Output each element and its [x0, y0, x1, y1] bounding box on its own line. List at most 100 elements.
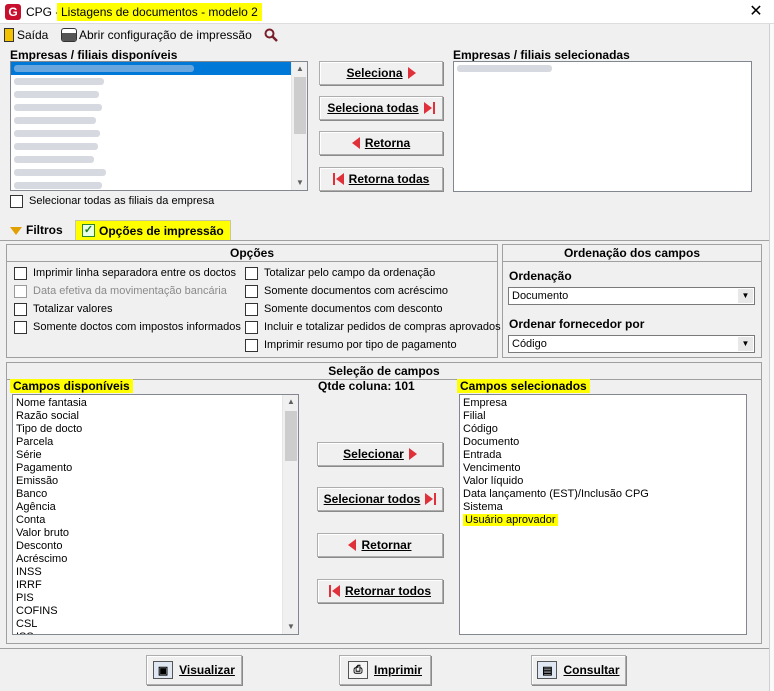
selected-field-item[interactable]: Código — [460, 423, 746, 436]
option-label: Imprimir linha separadora entre os docto… — [33, 267, 236, 279]
available-field-item[interactable]: Tipo de docto — [13, 423, 298, 436]
selected-field-item[interactable]: Usuário aprovador — [460, 514, 746, 527]
select-all-companies-button[interactable]: Seleciona todas — [319, 96, 443, 120]
checkbox[interactable] — [245, 266, 258, 280]
select-field-button[interactable]: Selecionar — [317, 442, 443, 466]
return-company-button[interactable]: Retorna — [319, 131, 443, 155]
list-item[interactable] — [11, 179, 307, 190]
chevron-down-icon[interactable]: ▼ — [738, 337, 753, 351]
option-only-with-taxes[interactable]: Somente doctos com impostos informados — [14, 318, 241, 336]
option-separator-line[interactable]: Imprimir linha separadora entre os docto… — [14, 264, 241, 282]
available-field-item[interactable]: Nome fantasia — [13, 397, 298, 410]
chevron-down-icon[interactable]: ▼ — [738, 289, 753, 303]
checkbox[interactable] — [245, 284, 258, 298]
available-field-item[interactable]: PIS — [13, 592, 298, 605]
list-item[interactable] — [11, 101, 307, 114]
available-field-item[interactable]: ISS — [13, 631, 298, 634]
selected-fields-rows: Empresa Filial Código Documento Entrada Venci… — [460, 397, 746, 527]
list-item[interactable] — [11, 153, 307, 166]
available-field-item[interactable]: CSL — [13, 618, 298, 631]
scroll-down-icon[interactable]: ▼ — [283, 620, 298, 634]
available-fields-scrollbar[interactable]: ▲ ▼ — [282, 395, 298, 634]
available-field-item[interactable]: Conta — [13, 514, 298, 527]
list-item[interactable] — [454, 62, 751, 75]
scroll-down-icon[interactable]: ▼ — [292, 176, 307, 190]
supplier-order-select[interactable]: Código ▼ — [508, 335, 755, 353]
selected-companies-list[interactable] — [453, 61, 752, 192]
close-button[interactable]: ✕ — [745, 2, 767, 22]
option-payment-type-summary[interactable]: Imprimir resumo por tipo de pagamento — [245, 336, 501, 354]
selected-field-item[interactable]: Documento — [460, 436, 746, 449]
list-item[interactable] — [11, 114, 307, 127]
list-item[interactable] — [11, 127, 307, 140]
order-label: Ordenação — [509, 269, 572, 283]
available-companies-scrollbar[interactable]: ▲ ▼ — [291, 62, 307, 190]
selected-field-item[interactable]: Valor líquido — [460, 475, 746, 488]
print-config-menu-item[interactable]: Abrir configuração de impressão — [61, 26, 252, 44]
option-total-by-order[interactable]: Totalizar pelo campo da ordenação — [245, 264, 501, 282]
return-all-fields-button[interactable]: Retornar todos — [317, 579, 443, 603]
tab-print-options[interactable]: ✓ Opções de impressão — [75, 220, 231, 240]
selected-field-item[interactable]: Sistema — [460, 501, 746, 514]
option-label: Somente documentos com desconto — [264, 303, 443, 315]
search-menu-item[interactable] — [264, 26, 278, 44]
fields-header: Seleção de campos — [7, 363, 761, 380]
available-field-item[interactable]: IRRF — [13, 579, 298, 592]
available-field-item[interactable]: INSS — [13, 566, 298, 579]
list-item[interactable] — [11, 166, 307, 179]
available-field-item[interactable]: Emissão — [13, 475, 298, 488]
list-item[interactable] — [11, 140, 307, 153]
tab-filters[interactable]: Filtros — [10, 220, 63, 240]
exit-door-icon — [4, 28, 14, 42]
selected-field-item[interactable]: Data lançamento (EST)/Inclusão CPG — [460, 488, 746, 501]
query-button[interactable]: ▤ Consultar — [531, 655, 626, 685]
scroll-thumb[interactable] — [285, 411, 297, 461]
checkbox[interactable] — [14, 266, 27, 280]
checkbox[interactable] — [14, 302, 27, 316]
selected-fields-list[interactable]: Empresa Filial Código Documento Entrada Venci… — [459, 394, 747, 635]
checkbox[interactable] — [245, 338, 258, 352]
available-field-item[interactable]: Agência — [13, 501, 298, 514]
option-only-with-surcharge[interactable]: Somente documentos com acréscimo — [245, 282, 501, 300]
checkbox[interactable] — [14, 320, 27, 334]
selected-field-item[interactable]: Entrada — [460, 449, 746, 462]
available-companies-list[interactable]: ▲ ▼ — [10, 61, 308, 191]
available-field-item[interactable]: Valor bruto — [13, 527, 298, 540]
checkbox[interactable] — [245, 302, 258, 316]
scroll-up-icon[interactable]: ▲ — [283, 395, 298, 409]
view-button[interactable]: ▣ Visualizar — [146, 655, 242, 685]
select-company-button[interactable]: Seleciona — [319, 61, 443, 85]
select-company-label: Seleciona — [346, 66, 403, 80]
scroll-up-icon[interactable]: ▲ — [292, 62, 307, 76]
exit-menu-item[interactable]: Saída — [4, 26, 48, 44]
select-all-fields-button[interactable]: Selecionar todos — [317, 487, 443, 511]
select-all-branches[interactable]: Selecionar todas as filiais da empresa — [10, 192, 214, 210]
option-label: Data efetiva da movimentação bancária — [33, 285, 227, 297]
view-label: Visualizar — [179, 663, 235, 677]
available-field-item[interactable]: Parcela — [13, 436, 298, 449]
available-field-item[interactable]: Razão social — [13, 410, 298, 423]
available-field-item[interactable]: Acréscimo — [13, 553, 298, 566]
available-field-item[interactable]: Pagamento — [13, 462, 298, 475]
available-field-item[interactable]: Banco — [13, 488, 298, 501]
available-field-item[interactable]: Desconto — [13, 540, 298, 553]
available-field-item[interactable]: COFINS — [13, 605, 298, 618]
option-only-with-discount[interactable]: Somente documentos com desconto — [245, 300, 501, 318]
selected-field-item[interactable]: Empresa — [460, 397, 746, 410]
list-item[interactable] — [11, 75, 307, 88]
print-button[interactable]: ⎙ Imprimir — [339, 655, 431, 685]
scroll-thumb[interactable] — [294, 77, 306, 134]
order-select[interactable]: Documento ▼ — [508, 287, 755, 305]
return-all-companies-button[interactable]: Retorna todas — [319, 167, 443, 191]
selected-field-item[interactable]: Filial — [460, 410, 746, 423]
select-all-branches-checkbox[interactable] — [10, 194, 23, 208]
checkbox[interactable] — [245, 320, 258, 334]
selected-field-item[interactable]: Vencimento — [460, 462, 746, 475]
available-fields-list[interactable]: Nome fantasia Razão social Tipo de docto Pa… — [12, 394, 299, 635]
option-include-purchase-orders[interactable]: Incluir e totalizar pedidos de compras a… — [245, 318, 501, 336]
return-field-button[interactable]: Retornar — [317, 533, 443, 557]
option-total-values[interactable]: Totalizar valores — [14, 300, 241, 318]
available-field-item[interactable]: Série — [13, 449, 298, 462]
list-item[interactable] — [11, 62, 307, 75]
list-item[interactable] — [11, 88, 307, 101]
